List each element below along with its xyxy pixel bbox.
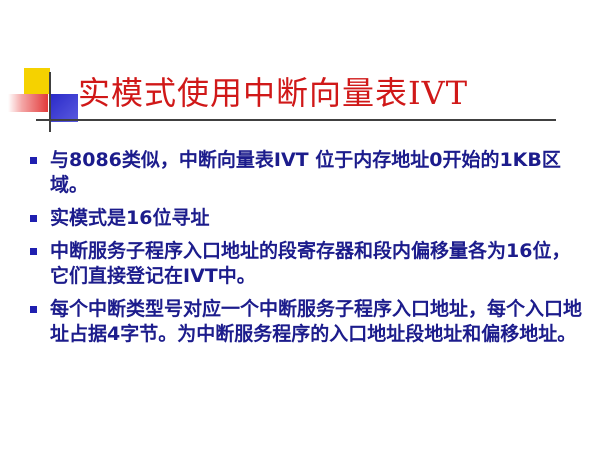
bullet-marker-icon [30, 215, 37, 222]
bullet-marker-icon [30, 157, 37, 164]
bullet-marker-icon [30, 248, 37, 255]
decor-blue-square [50, 94, 78, 122]
bullet-item: 与8086类似，中断向量表IVT 位于内存地址0开始的1KB区域。 [28, 148, 584, 198]
bullet-text: 每个中断类型号对应一个中断服务子程序入口地址，每个入口地址占据4字节。为中断服务… [50, 298, 583, 345]
bullet-text: 实模式是16位寻址 [50, 207, 210, 229]
bullet-item: 实模式是16位寻址 [28, 206, 584, 231]
bullet-marker-icon [30, 306, 37, 313]
bullet-item: 中断服务子程序入口地址的段寄存器和段内偏移量各为16位，它们直接登记在IVT中。 [28, 239, 584, 289]
bullet-text: 中断服务子程序入口地址的段寄存器和段内偏移量各为16位，它们直接登记在IVT中。 [50, 240, 571, 287]
bullet-text: 与8086类似，中断向量表IVT 位于内存地址0开始的1KB区域。 [50, 149, 561, 196]
decor-vertical-line [49, 72, 51, 132]
decor-yellow-square [24, 68, 50, 94]
bullet-item: 每个中断类型号对应一个中断服务子程序入口地址，每个入口地址占据4字节。为中断服务… [28, 297, 584, 347]
slide-title: 实模式使用中断向量表IVT [78, 74, 469, 112]
bullet-list: 与8086类似，中断向量表IVT 位于内存地址0开始的1KB区域。 实模式是16… [28, 148, 584, 355]
decor-red-bar [8, 94, 48, 112]
